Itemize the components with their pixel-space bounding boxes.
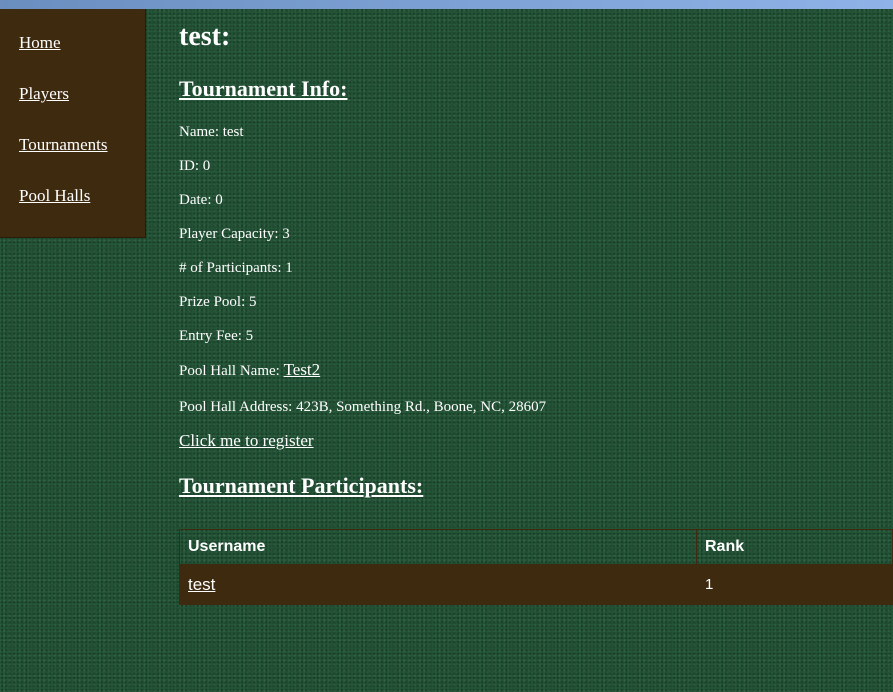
tournament-participants-heading: Tournament Participants:	[179, 473, 424, 498]
info-id: ID: 0	[179, 158, 211, 174]
tournament-info-heading: Tournament Info:	[179, 76, 348, 101]
info-date: Date: 0	[179, 192, 223, 208]
register-link[interactable]: Click me to register	[179, 431, 314, 451]
nav-link-tournaments[interactable]: Tournaments	[19, 135, 145, 154]
pool-hall-name-label: Pool Hall Name:	[179, 363, 284, 379]
participant-username-link[interactable]: test	[188, 575, 215, 594]
main-content: test: Tournament Info: Name: test ID: 0 …	[179, 20, 893, 605]
participant-username-cell: test	[179, 564, 697, 605]
info-pool-hall-name: Pool Hall Name: Test2	[179, 361, 320, 380]
info-pool-hall-address: Pool Hall Address: 423B, Something Rd., …	[179, 399, 547, 415]
nav-link-home[interactable]: Home	[19, 33, 145, 52]
info-name: Name: test	[179, 124, 244, 140]
info-participant-count: # of Participants: 1	[179, 260, 293, 276]
nav-link-players[interactable]: Players	[19, 84, 145, 103]
participants-table: Username Rank test 1	[179, 529, 893, 605]
table-row: test 1	[179, 564, 893, 605]
participant-rank-cell: 1	[696, 564, 893, 605]
column-header-username: Username	[179, 529, 697, 565]
info-prize-pool: Prize Pool: 5	[179, 294, 257, 310]
table-header-row: Username Rank	[179, 529, 893, 565]
info-entry-fee: Entry Fee: 5	[179, 328, 254, 344]
info-player-capacity: Player Capacity: 3	[179, 226, 290, 242]
column-header-rank: Rank	[696, 529, 893, 565]
sidebar-nav: Home Players Tournaments Pool Halls	[0, 9, 146, 238]
page-title: test:	[179, 21, 231, 52]
window-top-strip	[0, 0, 893, 9]
pool-hall-link[interactable]: Test2	[284, 360, 321, 379]
nav-link-pool-halls[interactable]: Pool Halls	[19, 186, 145, 205]
